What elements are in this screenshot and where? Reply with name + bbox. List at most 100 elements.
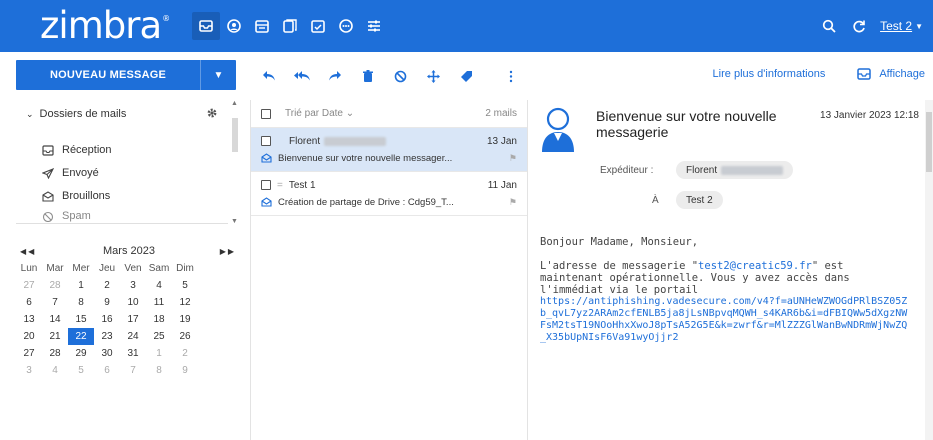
new-message-dropdown[interactable]: ▼: [200, 60, 236, 90]
calendar-day[interactable]: 8: [68, 294, 94, 311]
calendar-day[interactable]: 23: [94, 328, 120, 345]
calendar-day[interactable]: 13: [16, 311, 42, 328]
preferences-app-button[interactable]: [360, 12, 388, 40]
calendar-day[interactable]: 1: [68, 277, 94, 294]
calendar-day[interactable]: 7: [42, 294, 68, 311]
calendar-day[interactable]: 3: [120, 277, 146, 294]
calendar-day[interactable]: 24: [120, 328, 146, 345]
user-menu[interactable]: Test 2 ▼: [880, 19, 923, 33]
reading-pane-scrollbar[interactable]: [925, 100, 933, 440]
sort-label: Trié par Date: [285, 108, 343, 119]
calendar-day[interactable]: 4: [146, 277, 172, 294]
tasks-app-button[interactable]: [276, 12, 304, 40]
calendar-day[interactable]: 22: [68, 328, 94, 345]
calendar-day[interactable]: 1: [146, 345, 172, 362]
calendar-day[interactable]: 16: [94, 311, 120, 328]
display-button[interactable]: Affichage: [857, 68, 925, 80]
calendar-day[interactable]: 31: [120, 345, 146, 362]
folder-drafts[interactable]: Brouillons: [42, 186, 110, 206]
calendar-day[interactable]: 19: [172, 311, 198, 328]
tag-button[interactable]: [450, 66, 483, 86]
calendar-day[interactable]: 9: [172, 362, 198, 379]
calendar-day[interactable]: 18: [146, 311, 172, 328]
reply-all-button[interactable]: [285, 66, 318, 86]
message-body: Bonjour Madame, Monsieur, L'adresse de m…: [540, 236, 910, 344]
briefcase-app-button[interactable]: [304, 12, 332, 40]
reply-button[interactable]: [252, 66, 285, 86]
sort-dropdown[interactable]: Trié par Date ⌄: [285, 108, 354, 119]
calendar-day[interactable]: 10: [120, 294, 146, 311]
calendar-day[interactable]: 3: [16, 362, 42, 379]
search-button[interactable]: [814, 12, 844, 40]
gear-icon[interactable]: [206, 107, 218, 119]
calendar-day[interactable]: 21: [42, 328, 68, 345]
calendar-day[interactable]: 26: [172, 328, 198, 345]
scrollbar-thumb[interactable]: [232, 118, 238, 152]
calendar-day[interactable]: 14: [42, 311, 68, 328]
calendar-day[interactable]: 5: [68, 362, 94, 379]
next-year-button[interactable]: ▶▶: [220, 247, 236, 256]
read-more-link[interactable]: Lire plus d'informations: [713, 68, 826, 80]
calendar-day[interactable]: 6: [16, 294, 42, 311]
calendar-day[interactable]: 17: [120, 311, 146, 328]
prev-year-button[interactable]: ◀◀: [20, 247, 36, 256]
scrollbar-thumb[interactable]: [926, 112, 932, 172]
calendar-day[interactable]: 20: [16, 328, 42, 345]
calendar-day[interactable]: 7: [120, 362, 146, 379]
calendar-app-button[interactable]: [248, 12, 276, 40]
calendar-day[interactable]: 25: [146, 328, 172, 345]
contacts-app-button[interactable]: [220, 12, 248, 40]
message-checkbox[interactable]: [261, 136, 271, 146]
block-button[interactable]: [384, 66, 417, 86]
calendar-day[interactable]: 9: [94, 294, 120, 311]
calendar-day[interactable]: 28: [42, 345, 68, 362]
calendar-day[interactable]: 12: [172, 294, 198, 311]
folder-spam[interactable]: Spam: [42, 209, 91, 223]
reply-all-icon: [293, 71, 310, 81]
forward-button[interactable]: [318, 66, 351, 86]
email-link[interactable]: test2@creatic59.fr: [698, 260, 812, 272]
calendar-day[interactable]: 27: [16, 345, 42, 362]
scroll-up-icon[interactable]: ▲: [231, 100, 238, 107]
chat-app-button[interactable]: [332, 12, 360, 40]
calendar-day[interactable]: 30: [94, 345, 120, 362]
calendar-day[interactable]: 27: [16, 277, 42, 294]
refresh-button[interactable]: [844, 12, 874, 40]
folders-scrollbar[interactable]: ▲ ▼: [230, 100, 240, 230]
more-actions-button[interactable]: [505, 66, 517, 86]
calendar-day-name: Jeu: [98, 263, 116, 274]
list-item[interactable]: Florent 13 Jan Bienvenue sur votre nouve…: [251, 128, 527, 172]
calendar-day[interactable]: 11: [146, 294, 172, 311]
folder-inbox[interactable]: Réception: [42, 140, 112, 160]
calendar-day[interactable]: 15: [68, 311, 94, 328]
move-button[interactable]: [417, 66, 450, 86]
calendar-day[interactable]: 4: [42, 362, 68, 379]
envelope-open-icon: [261, 197, 272, 207]
calendar-day[interactable]: 29: [68, 345, 94, 362]
calendar-day[interactable]: 6: [94, 362, 120, 379]
message-checkbox[interactable]: [261, 180, 271, 190]
calendar-day[interactable]: 8: [146, 362, 172, 379]
portal-link[interactable]: https://antiphishing.vadesecure.com/v4?f…: [540, 296, 910, 344]
list-item[interactable]: = Test 1 11 Jan Création de partage de D…: [251, 172, 527, 216]
delete-button[interactable]: [351, 66, 384, 86]
scroll-down-icon[interactable]: ▼: [231, 218, 238, 225]
calendar-header: ◀◀ Mars 2023 ▶▶: [16, 242, 242, 260]
calendar-day[interactable]: 2: [94, 277, 120, 294]
flag-icon[interactable]: ⚑: [509, 197, 517, 208]
new-message-button[interactable]: NOUVEAU MESSAGE ▼: [16, 60, 236, 90]
folders-header[interactable]: ⌄ Dossiers de mails: [16, 100, 242, 128]
calendar-day[interactable]: 28: [42, 277, 68, 294]
calendar-day[interactable]: 2: [172, 345, 198, 362]
calendar-day[interactable]: 5: [172, 277, 198, 294]
folder-label: Brouillons: [62, 190, 111, 202]
mail-app-button[interactable]: [192, 12, 220, 40]
flag-icon[interactable]: ⚑: [509, 153, 517, 164]
sender-chip[interactable]: Florent: [676, 161, 794, 179]
zimbra-logo[interactable]: zimbra®: [40, 4, 170, 47]
recipient-chip[interactable]: Test 2: [676, 191, 723, 209]
folder-sent[interactable]: Envoyé: [42, 163, 99, 183]
body-text: L'adresse de messagerie ": [540, 260, 699, 272]
calendar-day-name: Mar: [46, 263, 64, 274]
select-all-checkbox[interactable]: [261, 108, 271, 119]
